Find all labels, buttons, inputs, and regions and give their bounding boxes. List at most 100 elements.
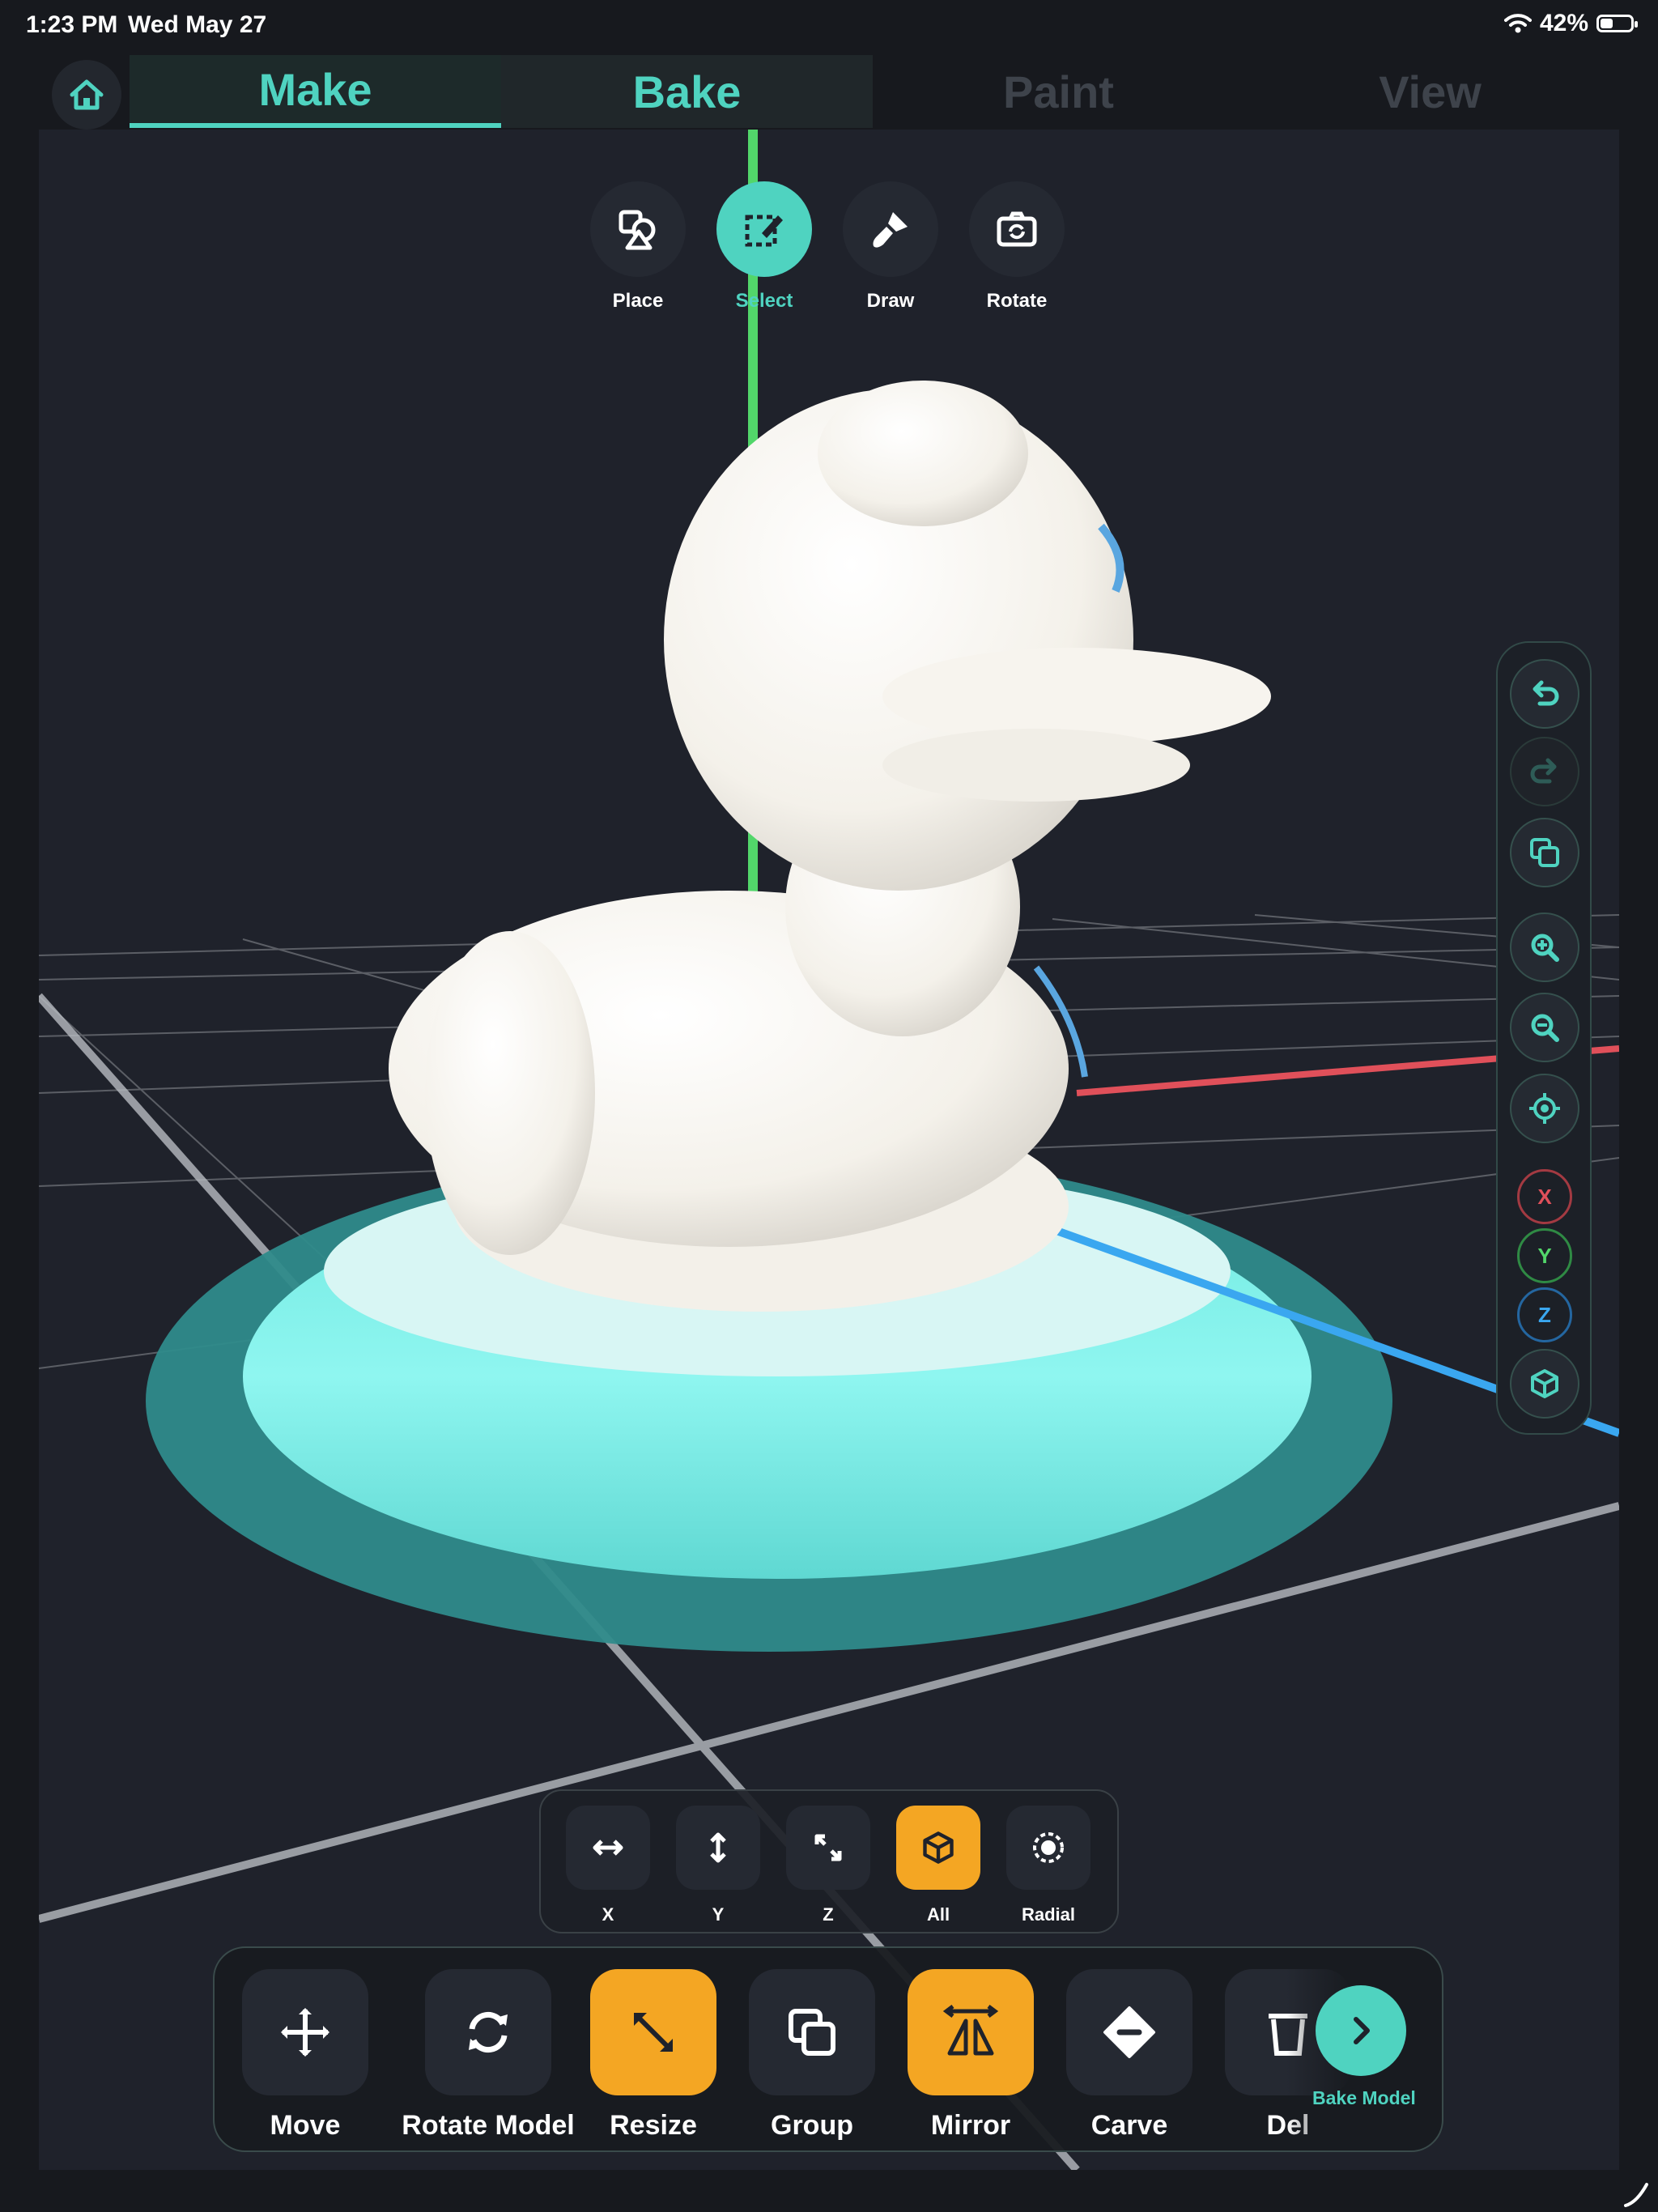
axis-option-y-button[interactable] — [676, 1806, 760, 1890]
tab-make[interactable]: Make — [130, 55, 501, 128]
redo-button[interactable] — [1510, 737, 1579, 806]
bake-model-control[interactable]: Bake Model — [1312, 1985, 1416, 2109]
mirror-icon — [942, 2005, 999, 2056]
axis-option-all[interactable]: All — [896, 1806, 980, 1925]
right-margin — [1619, 130, 1658, 2170]
axis-option-x-button[interactable] — [566, 1806, 650, 1890]
duplicate-icon — [1530, 838, 1559, 867]
tool-resize-label: Resize — [610, 2110, 697, 2141]
cube-view-button[interactable] — [1510, 1349, 1579, 1419]
tool-resize[interactable]: Resize — [572, 1969, 734, 2142]
axis-option-z[interactable]: Z — [786, 1806, 870, 1925]
mode-select[interactable]: Select — [716, 181, 813, 313]
zoom-in-button[interactable] — [1510, 912, 1579, 982]
mode-rotate-label: Rotate — [986, 290, 1048, 312]
axis-option-all-button[interactable] — [896, 1806, 980, 1890]
tab-view[interactable]: View — [1244, 55, 1616, 128]
move-icon — [281, 2008, 329, 2057]
tab-bake[interactable]: Bake — [501, 55, 873, 128]
axis-option-z-label: Z — [823, 1904, 834, 1925]
tool-panel: Move Rotate Model Resize Group Mirror Ca… — [213, 1946, 1443, 2152]
redo-icon — [1530, 758, 1557, 784]
left-margin — [0, 130, 39, 2170]
tool-carve-button[interactable] — [1066, 1969, 1192, 2095]
zoom-in-icon — [1531, 934, 1559, 962]
resize-icon — [634, 2013, 673, 2052]
diagonal-arrows-icon — [814, 1834, 842, 1861]
tool-group[interactable]: Group — [731, 1969, 893, 2142]
status-date: Wed May 27 — [128, 11, 267, 38]
tool-move-button[interactable] — [242, 1969, 368, 2095]
zoom-out-button[interactable] — [1510, 993, 1579, 1062]
axis-option-all-label: All — [926, 1904, 950, 1925]
home-icon — [70, 79, 104, 110]
radial-icon — [1033, 1832, 1064, 1863]
bake-model-button[interactable] — [1316, 1985, 1406, 2076]
battery-percent: 42% — [1539, 10, 1588, 36]
mode-draw-button[interactable] — [843, 181, 938, 277]
status-right: 42% — [1503, 10, 1638, 37]
wifi-icon — [1503, 14, 1532, 33]
mode-select-button[interactable] — [716, 181, 812, 277]
recenter-button[interactable] — [1510, 1074, 1579, 1143]
axis-option-z-button[interactable] — [786, 1806, 870, 1890]
vertical-arrows-icon — [710, 1832, 726, 1863]
camera-rotate-icon — [997, 211, 1037, 247]
mode-select-label: Select — [735, 290, 793, 312]
tool-move-label: Move — [270, 2110, 341, 2141]
chevron-right-icon — [1354, 2017, 1370, 2044]
tool-group-button[interactable] — [749, 1969, 875, 2095]
tool-mirror-button[interactable] — [908, 1969, 1034, 2095]
horizontal-arrows-icon — [593, 1840, 623, 1856]
mode-place[interactable]: Place — [589, 181, 687, 313]
mode-place-button[interactable] — [590, 181, 686, 277]
tool-rotate-model-button[interactable] — [425, 1969, 551, 2095]
status-time: 1:23 PM — [26, 11, 118, 38]
draw-brush-icon — [873, 212, 908, 248]
tab-paint[interactable]: Paint — [873, 55, 1244, 128]
axis-y-button[interactable]: Y — [1517, 1228, 1572, 1283]
tool-carve[interactable]: Carve — [1048, 1969, 1210, 2142]
select-icon — [745, 215, 783, 247]
tool-group-label: Group — [771, 2110, 853, 2141]
cube-view-icon — [1531, 1369, 1558, 1398]
axis-option-radial-label: Radial — [1021, 1904, 1076, 1925]
mode-draw[interactable]: Draw — [842, 181, 939, 313]
axis-option-y[interactable]: Y — [676, 1806, 760, 1925]
home-button[interactable] — [52, 60, 121, 130]
carve-icon — [1103, 2006, 1155, 2058]
mode-rotate-button[interactable] — [969, 181, 1065, 277]
bottom-margin — [0, 2170, 1658, 2212]
tool-move[interactable]: Move — [224, 1969, 386, 2142]
tool-mirror[interactable]: Mirror — [890, 1969, 1052, 2142]
tool-carve-label: Carve — [1090, 2110, 1168, 2141]
place-icon — [619, 210, 656, 250]
status-bar: 1:23 PM Wed May 27 42% — [0, 0, 1658, 52]
tool-rotate-model-label: Rotate Model — [402, 2110, 575, 2141]
duplicate-button[interactable] — [1510, 818, 1579, 887]
group-icon — [789, 2009, 835, 2056]
mode-place-label: Place — [612, 290, 664, 312]
bake-model-label: Bake Model — [1312, 2087, 1416, 2108]
undo-icon — [1533, 680, 1559, 706]
axis-option-x[interactable]: X — [566, 1806, 650, 1925]
view-controls-panel: X Y Z — [1496, 641, 1592, 1435]
rotate-icon — [469, 2011, 508, 2053]
axis-options-panel: X Y Z All Radial — [539, 1789, 1119, 1933]
tool-rotate-model[interactable]: Rotate Model — [399, 1969, 577, 2142]
tool-resize-button[interactable] — [590, 1969, 716, 2095]
undo-button[interactable] — [1510, 659, 1579, 729]
cube-icon — [923, 1831, 954, 1864]
axis-x-button[interactable]: X — [1517, 1169, 1572, 1224]
axis-option-radial[interactable]: Radial — [1006, 1806, 1090, 1925]
axis-option-y-label: Y — [712, 1904, 725, 1925]
mode-rotate[interactable]: Rotate — [968, 181, 1065, 313]
axis-option-radial-button[interactable] — [1006, 1806, 1090, 1890]
mode-draw-label: Draw — [866, 290, 915, 312]
resize-handle-icon — [1624, 2183, 1648, 2207]
recenter-icon — [1529, 1093, 1560, 1124]
axis-z-button[interactable]: Z — [1517, 1287, 1572, 1342]
tool-mirror-label: Mirror — [930, 2110, 1011, 2141]
zoom-out-icon — [1531, 1014, 1559, 1042]
top-tab-bar: Make Bake Paint View — [0, 52, 1658, 130]
